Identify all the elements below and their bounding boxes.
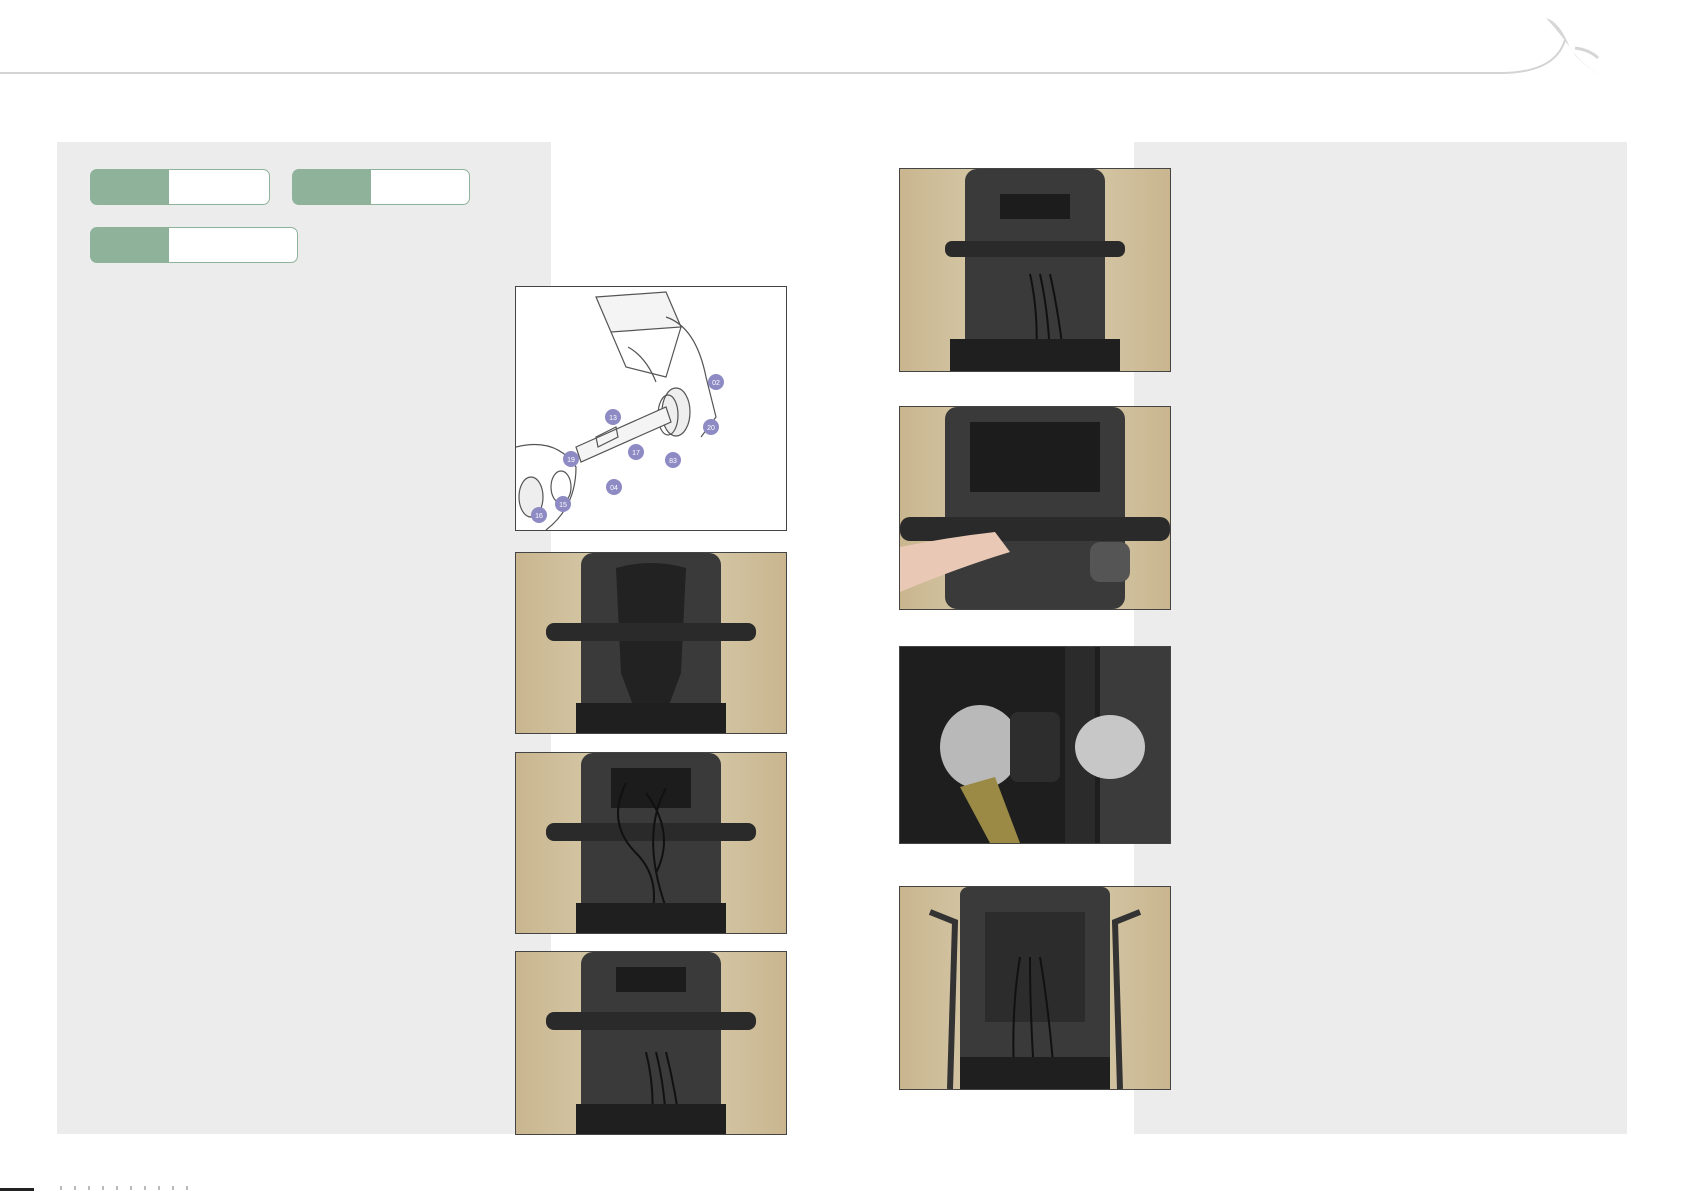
header-line	[0, 18, 1625, 88]
section-tab-1	[90, 169, 270, 205]
seat-back-cables-photo	[515, 752, 787, 934]
callout-20: 20	[707, 425, 715, 432]
callout-02: 02	[712, 380, 720, 387]
callout-15: 15	[559, 502, 567, 509]
seat-back-tilt-bar-photo	[899, 168, 1171, 372]
ball-joint-closeup-photo	[899, 646, 1171, 844]
footer-marks	[60, 1186, 200, 1190]
section-tab-3	[90, 227, 298, 263]
right-content-panel	[1134, 142, 1627, 1134]
footer-line	[0, 1188, 34, 1191]
section-tab-2	[292, 169, 470, 205]
left-content-panel	[57, 142, 551, 1134]
seat-back-cover-photo	[515, 552, 787, 734]
exploded-view-diagram: 02 13 20 19 17 83 04 15 16	[515, 286, 787, 531]
hand-on-bar-photo	[899, 406, 1171, 610]
callout-83: 83	[669, 458, 677, 465]
callout-13: 13	[609, 415, 617, 422]
callout-04: 04	[610, 485, 618, 492]
callout-16: 16	[535, 513, 543, 520]
callout-19: 19	[567, 457, 575, 464]
seat-back-rods-photo	[899, 886, 1171, 1090]
seat-back-bar-photo	[515, 951, 787, 1135]
callout-17: 17	[632, 450, 640, 457]
